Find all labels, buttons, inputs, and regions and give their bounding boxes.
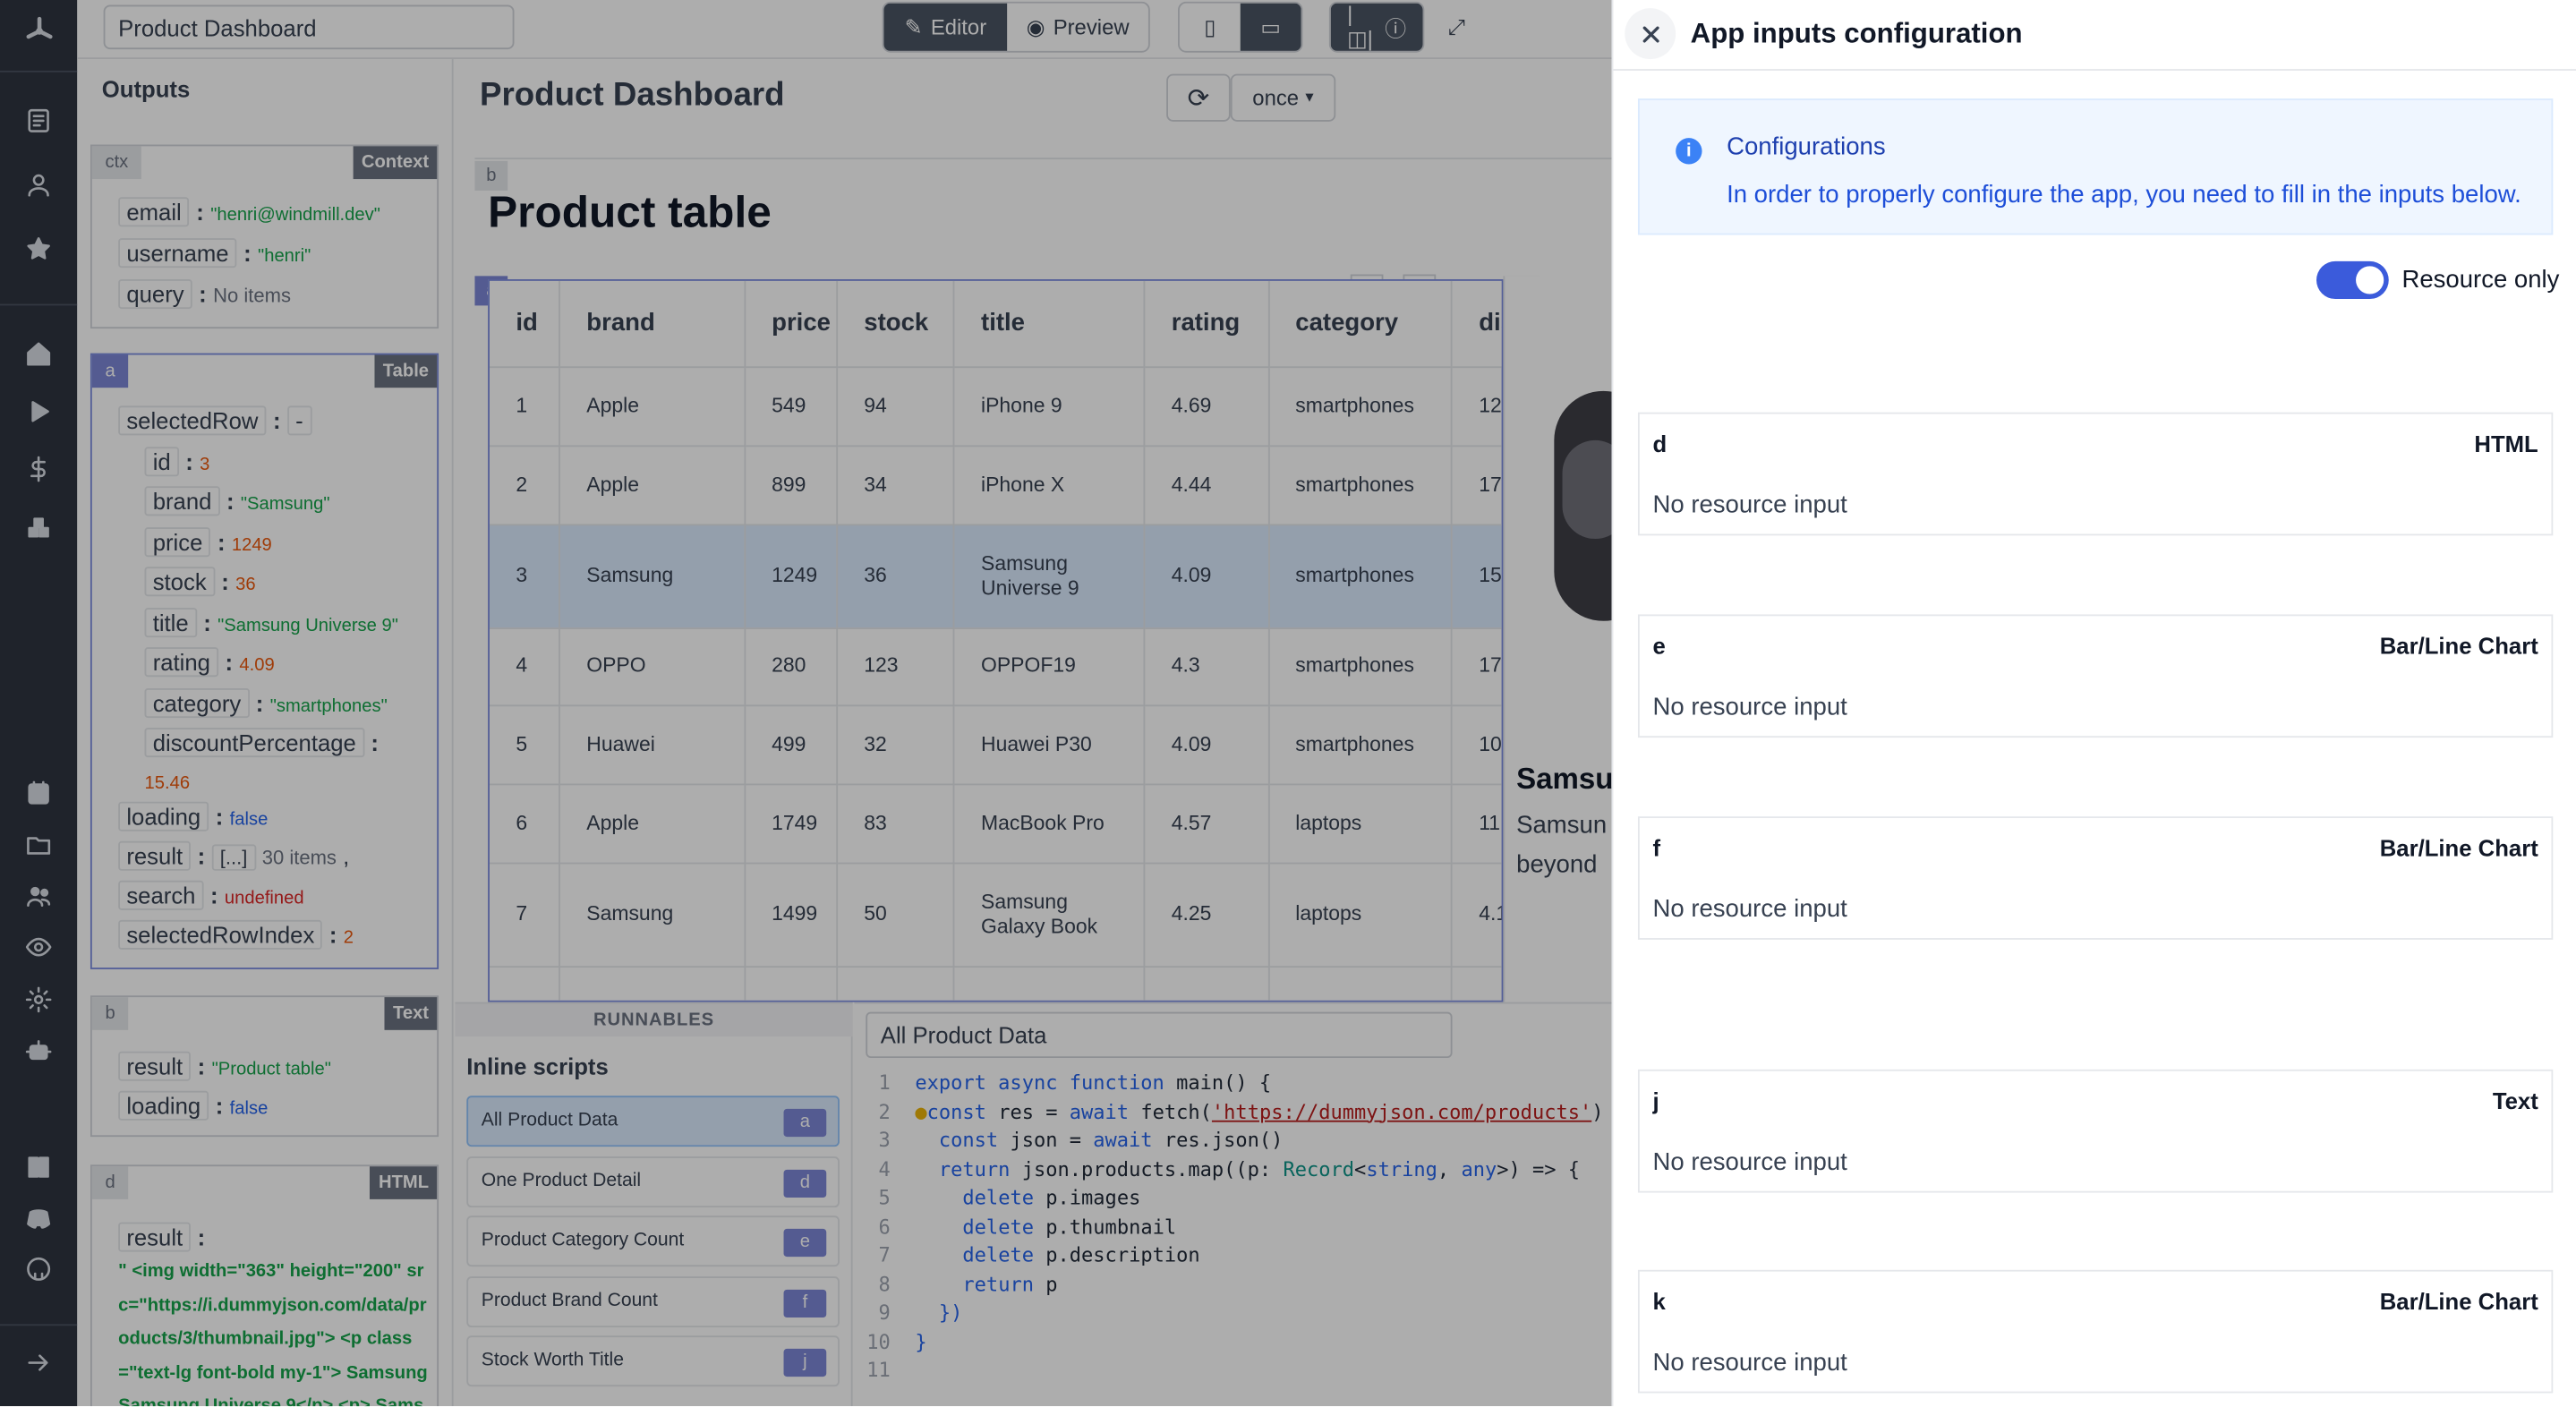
no-resource-message: No resource input — [1652, 490, 1847, 520]
component-id: d — [1652, 430, 1668, 457]
component-input-card: e Bar/Line Chart No resource input — [1637, 614, 2554, 738]
component-type: Bar/Line Chart — [2379, 632, 2538, 660]
component-input-card: j Text No resource input — [1637, 1069, 2554, 1193]
resource-only-toggle[interactable] — [2316, 260, 2389, 300]
close-icon — [1642, 25, 1659, 42]
toggle-knob — [2356, 266, 2384, 294]
configurations-alert: i Configurations In order to properly co… — [1637, 98, 2554, 235]
component-id: k — [1652, 1287, 1666, 1315]
info-icon: i — [1676, 138, 1702, 165]
close-drawer-button[interactable] — [1625, 8, 1676, 60]
component-type: Bar/Line Chart — [2379, 1287, 2538, 1315]
no-resource-message: No resource input — [1652, 1147, 1847, 1177]
no-resource-message: No resource input — [1652, 1348, 1847, 1377]
app-inputs-drawer: App inputs configuration i Configuration… — [1611, 0, 2576, 1407]
component-type: Bar/Line Chart — [2379, 834, 2538, 861]
component-input-card: d HTML No resource input — [1637, 412, 2554, 536]
no-resource-message: No resource input — [1652, 895, 1847, 924]
resource-only-label: Resource only — [2401, 266, 2560, 294]
component-id: j — [1652, 1087, 1659, 1114]
drawer-header: App inputs configuration — [1613, 0, 2576, 71]
alert-title: Configurations — [1727, 132, 1886, 161]
component-id: f — [1652, 834, 1661, 861]
alert-message: In order to properly configure the app, … — [1727, 180, 2521, 209]
component-type: HTML — [2474, 430, 2538, 457]
component-type: Text — [2492, 1087, 2538, 1114]
modal-backdrop[interactable] — [0, 0, 1612, 1407]
component-input-card: k Bar/Line Chart No resource input — [1637, 1269, 2554, 1394]
no-resource-message: No resource input — [1652, 693, 1847, 721]
component-input-card: f Bar/Line Chart No resource input — [1637, 816, 2554, 940]
component-id: e — [1652, 632, 1666, 660]
drawer-title: App inputs configuration — [1690, 18, 2023, 50]
